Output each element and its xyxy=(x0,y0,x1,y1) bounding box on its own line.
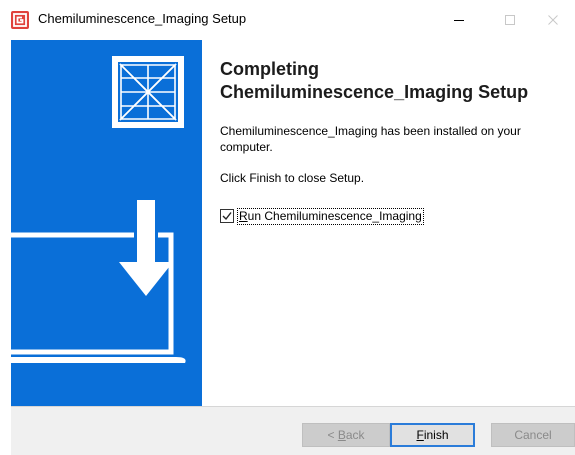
button-bar: < Back Finish Cancel xyxy=(11,406,575,455)
maximize-button[interactable] xyxy=(488,0,532,40)
finish-instruction: Click Finish to close Setup. xyxy=(220,171,365,185)
installed-message: Chemiluminescence_Imaging has been insta… xyxy=(220,124,521,154)
finish-label: inish xyxy=(423,428,449,442)
back-label: ack xyxy=(345,428,365,442)
run-mnemonic: R xyxy=(239,208,248,223)
window-title: Chemiluminescence_Imaging Setup xyxy=(38,11,247,26)
run-app-checkbox[interactable] xyxy=(220,209,234,223)
page-title-line2: Chemiluminescence_Imaging Setup xyxy=(220,82,529,102)
cancel-button[interactable]: Cancel xyxy=(491,423,575,447)
back-button[interactable]: < Back xyxy=(302,423,390,447)
finish-mnemonic: F xyxy=(416,428,424,442)
page-title: Completing Chemiluminescence_Imaging Set… xyxy=(220,58,570,104)
run-label-text: un Chemiluminescence_Imaging xyxy=(247,208,422,223)
checkmark-icon xyxy=(222,212,232,221)
setup-window: Chemiluminescence_Imaging Setup Completi… xyxy=(0,0,575,455)
cancel-label: Cancel xyxy=(514,428,552,442)
download-laptop-icon xyxy=(11,200,186,363)
close-button[interactable] xyxy=(531,0,575,40)
title-bar: Chemiluminescence_Imaging Setup xyxy=(0,0,575,40)
maximize-icon xyxy=(505,15,515,25)
back-prefix: < xyxy=(327,428,338,442)
finish-button[interactable]: Finish xyxy=(390,423,475,447)
product-logo-icon xyxy=(112,56,184,128)
minimize-button[interactable] xyxy=(437,0,481,40)
wizard-banner xyxy=(11,40,202,406)
page-title-line1: Completing xyxy=(220,59,319,79)
installer-g-icon xyxy=(11,11,29,29)
back-mnemonic: B xyxy=(337,428,346,442)
wizard-content: Completing Chemiluminescence_Imaging Set… xyxy=(202,40,575,406)
close-icon xyxy=(548,15,558,25)
minimize-icon xyxy=(454,20,464,21)
run-app-option[interactable]: Run Chemiluminescence_Imaging xyxy=(220,207,424,225)
run-app-label[interactable]: Run Chemiluminescence_Imaging xyxy=(237,207,424,225)
